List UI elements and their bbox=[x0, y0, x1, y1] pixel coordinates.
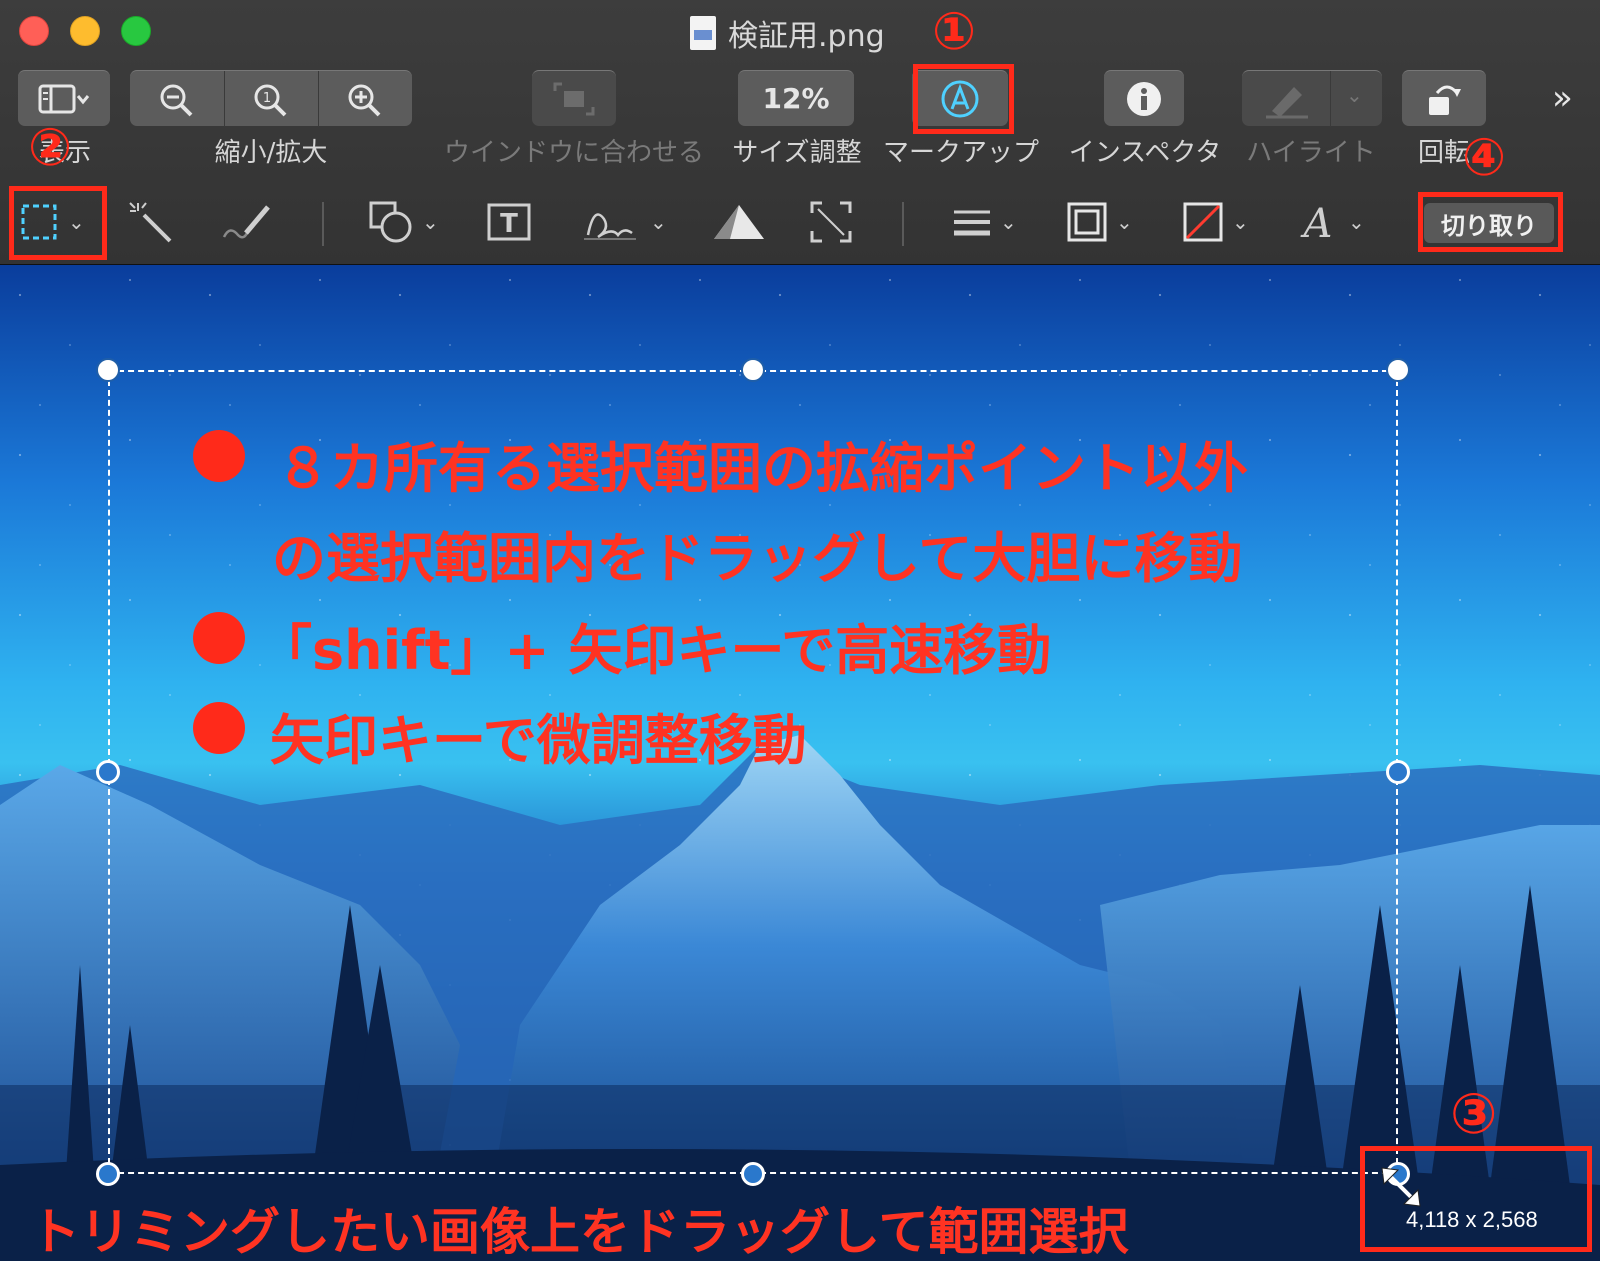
sidebar-icon bbox=[38, 84, 90, 113]
text-tool[interactable]: T bbox=[486, 180, 532, 264]
highlight-label: ハイライト bbox=[1246, 138, 1376, 168]
zoom-out-icon[interactable] bbox=[158, 83, 198, 117]
minimize-window-button[interactable] bbox=[70, 16, 100, 46]
bullet-dot bbox=[193, 612, 245, 664]
callout-box-selection-tool bbox=[9, 186, 107, 260]
border-color-tool[interactable]: ⌄ bbox=[1066, 180, 1133, 264]
step-number-4: ④ bbox=[1462, 128, 1507, 188]
toolbar-overflow-button[interactable]: » bbox=[1552, 78, 1573, 118]
svg-text:A: A bbox=[1300, 201, 1333, 245]
fill-color-tool[interactable]: ⌄ bbox=[1182, 180, 1249, 264]
resize-handle-bottom-center[interactable] bbox=[741, 1162, 765, 1186]
window-title: 検証用.png bbox=[690, 14, 885, 54]
annotation-bottom-instruction: トリミングしたい画像上をドラッグして範囲選択 bbox=[30, 1203, 1129, 1261]
line-style-icon bbox=[954, 210, 990, 236]
annotation-bullet3: 矢印キーで微調整移動 bbox=[270, 709, 807, 772]
window-toolbar: 検証用.png 表示 1 縮小/拡大 ウインドウに合わせる 12% サイズ調整 … bbox=[0, 0, 1600, 265]
step-number-1: ① bbox=[932, 2, 977, 62]
size-label: サイズ調整 bbox=[732, 138, 862, 168]
callout-box-markup bbox=[913, 64, 1014, 134]
adjust-size-icon bbox=[810, 201, 852, 243]
zoom-in-icon[interactable] bbox=[346, 83, 386, 117]
callout-box-dimensions bbox=[1360, 1146, 1592, 1252]
shapes-icon bbox=[369, 201, 412, 243]
fit-window-label: ウインドウに合わせる bbox=[443, 138, 704, 168]
resize-handle-middle-right[interactable] bbox=[1386, 760, 1410, 784]
inspector-label: インスペクタ bbox=[1068, 138, 1222, 168]
fill-color-icon bbox=[1183, 202, 1223, 242]
resize-handle-middle-left[interactable] bbox=[96, 760, 120, 784]
resize-handle-top-right[interactable] bbox=[1386, 358, 1410, 382]
highlighter-icon bbox=[1266, 87, 1308, 119]
chevron-down-icon: ⌄ bbox=[1232, 210, 1249, 234]
sketch-pen-icon bbox=[222, 205, 270, 239]
text-style-icon: A bbox=[1300, 201, 1333, 245]
callout-box-crop bbox=[1418, 192, 1563, 252]
svg-text:T: T bbox=[500, 209, 518, 239]
fit-window-button[interactable] bbox=[532, 70, 616, 126]
chevron-down-icon: ⌄ bbox=[1348, 210, 1365, 234]
resize-handle-top-center[interactable] bbox=[741, 358, 765, 382]
chevron-down-icon: ⌄ bbox=[650, 210, 667, 234]
inspector-button[interactable] bbox=[1104, 70, 1184, 126]
zoom-label: 縮小/拡大 bbox=[214, 138, 328, 168]
bullet-dot bbox=[193, 702, 245, 754]
highlight-button[interactable]: ⌄ bbox=[1242, 70, 1382, 127]
adjust-color-icon bbox=[714, 205, 764, 239]
rotate-button[interactable] bbox=[1402, 70, 1486, 126]
chevron-down-icon: ⌄ bbox=[1116, 210, 1133, 234]
chevron-down-icon: ⌄ bbox=[422, 210, 439, 234]
resize-handle-bottom-left[interactable] bbox=[96, 1162, 120, 1186]
zoom-segmented-control: 1 bbox=[130, 70, 412, 127]
bullet-dot bbox=[193, 430, 245, 482]
step-number-2: ② bbox=[28, 118, 73, 178]
fit-window-icon bbox=[553, 82, 595, 115]
sketch-tool[interactable] bbox=[220, 180, 276, 264]
border-color-icon bbox=[1067, 202, 1107, 242]
close-window-button[interactable] bbox=[19, 16, 49, 46]
zoom-window-button[interactable] bbox=[121, 16, 151, 46]
resize-handle-top-left[interactable] bbox=[96, 358, 120, 382]
magic-wand-icon bbox=[129, 202, 172, 243]
adjust-color-tool[interactable] bbox=[710, 180, 768, 264]
shapes-tool[interactable]: ⌄ bbox=[368, 180, 439, 264]
annotation-bullet1-line1: ８カ所有る選択範囲の拡縮ポイント以外 bbox=[276, 437, 1248, 500]
markup-toolbar: ⌄ ⌄ T ⌄ ⌄ ⌄ ⌄ A ⌄ bbox=[0, 180, 1600, 264]
rotate-icon bbox=[1429, 85, 1461, 115]
toolbar-divider bbox=[902, 202, 904, 246]
sign-tool[interactable]: ⌄ bbox=[580, 180, 667, 264]
annotation-bullet2: 「shift」+ 矢印キーで高速移動 bbox=[258, 619, 1052, 682]
step-number-3: ③ bbox=[1450, 1082, 1498, 1147]
info-icon bbox=[1127, 81, 1161, 116]
document-icon bbox=[690, 16, 716, 50]
shape-style-tool[interactable]: ⌄ bbox=[952, 180, 1017, 264]
actual-size-icon[interactable]: 1 bbox=[252, 83, 292, 117]
signature-icon bbox=[584, 213, 636, 240]
window-title-text: 検証用.png bbox=[728, 19, 885, 54]
instant-alpha-tool[interactable] bbox=[126, 180, 176, 264]
toolbar-divider bbox=[322, 202, 324, 246]
text-box-icon: T bbox=[487, 203, 531, 241]
chevron-down-icon: ⌄ bbox=[1000, 210, 1017, 234]
markup-label: マークアップ bbox=[882, 138, 1039, 168]
annotation-bullet1-line2: の選択範囲内をドラッグして大胆に移動 bbox=[272, 527, 1243, 590]
svg-text:1: 1 bbox=[263, 91, 271, 106]
adjust-size-tool[interactable] bbox=[808, 180, 854, 264]
chevron-down-icon[interactable]: ⌄ bbox=[1346, 83, 1363, 107]
text-style-tool[interactable]: A ⌄ bbox=[1298, 180, 1365, 264]
zoom-level-button[interactable]: 12% bbox=[738, 70, 854, 126]
